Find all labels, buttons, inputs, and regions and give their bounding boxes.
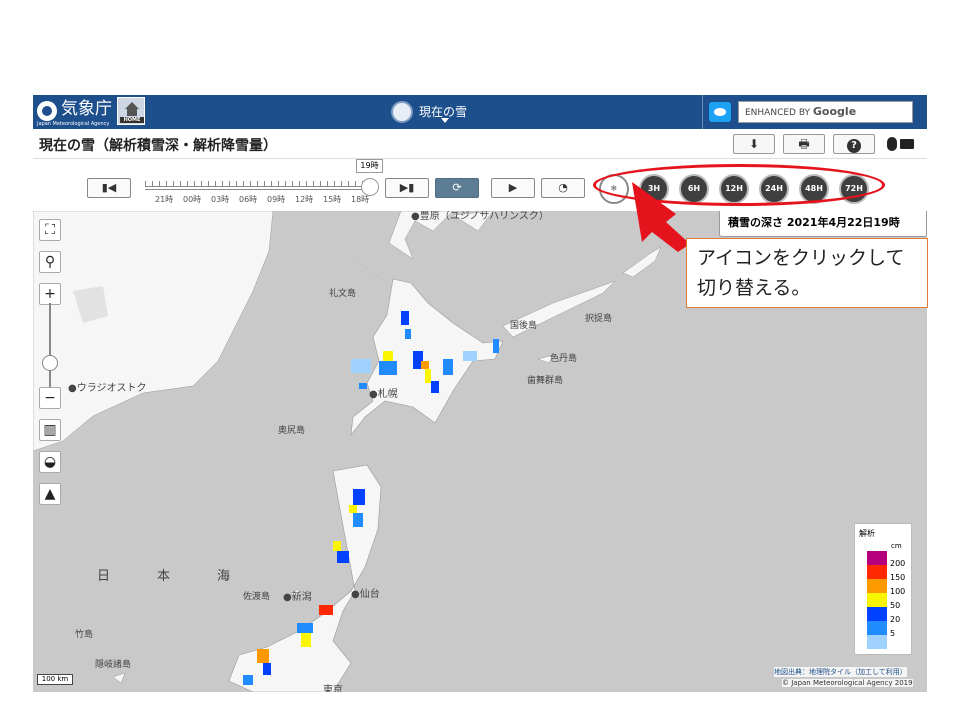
- annotation-arrow: [632, 182, 690, 252]
- annotation-callout: アイコンをクリックして切り替える。: [686, 238, 928, 308]
